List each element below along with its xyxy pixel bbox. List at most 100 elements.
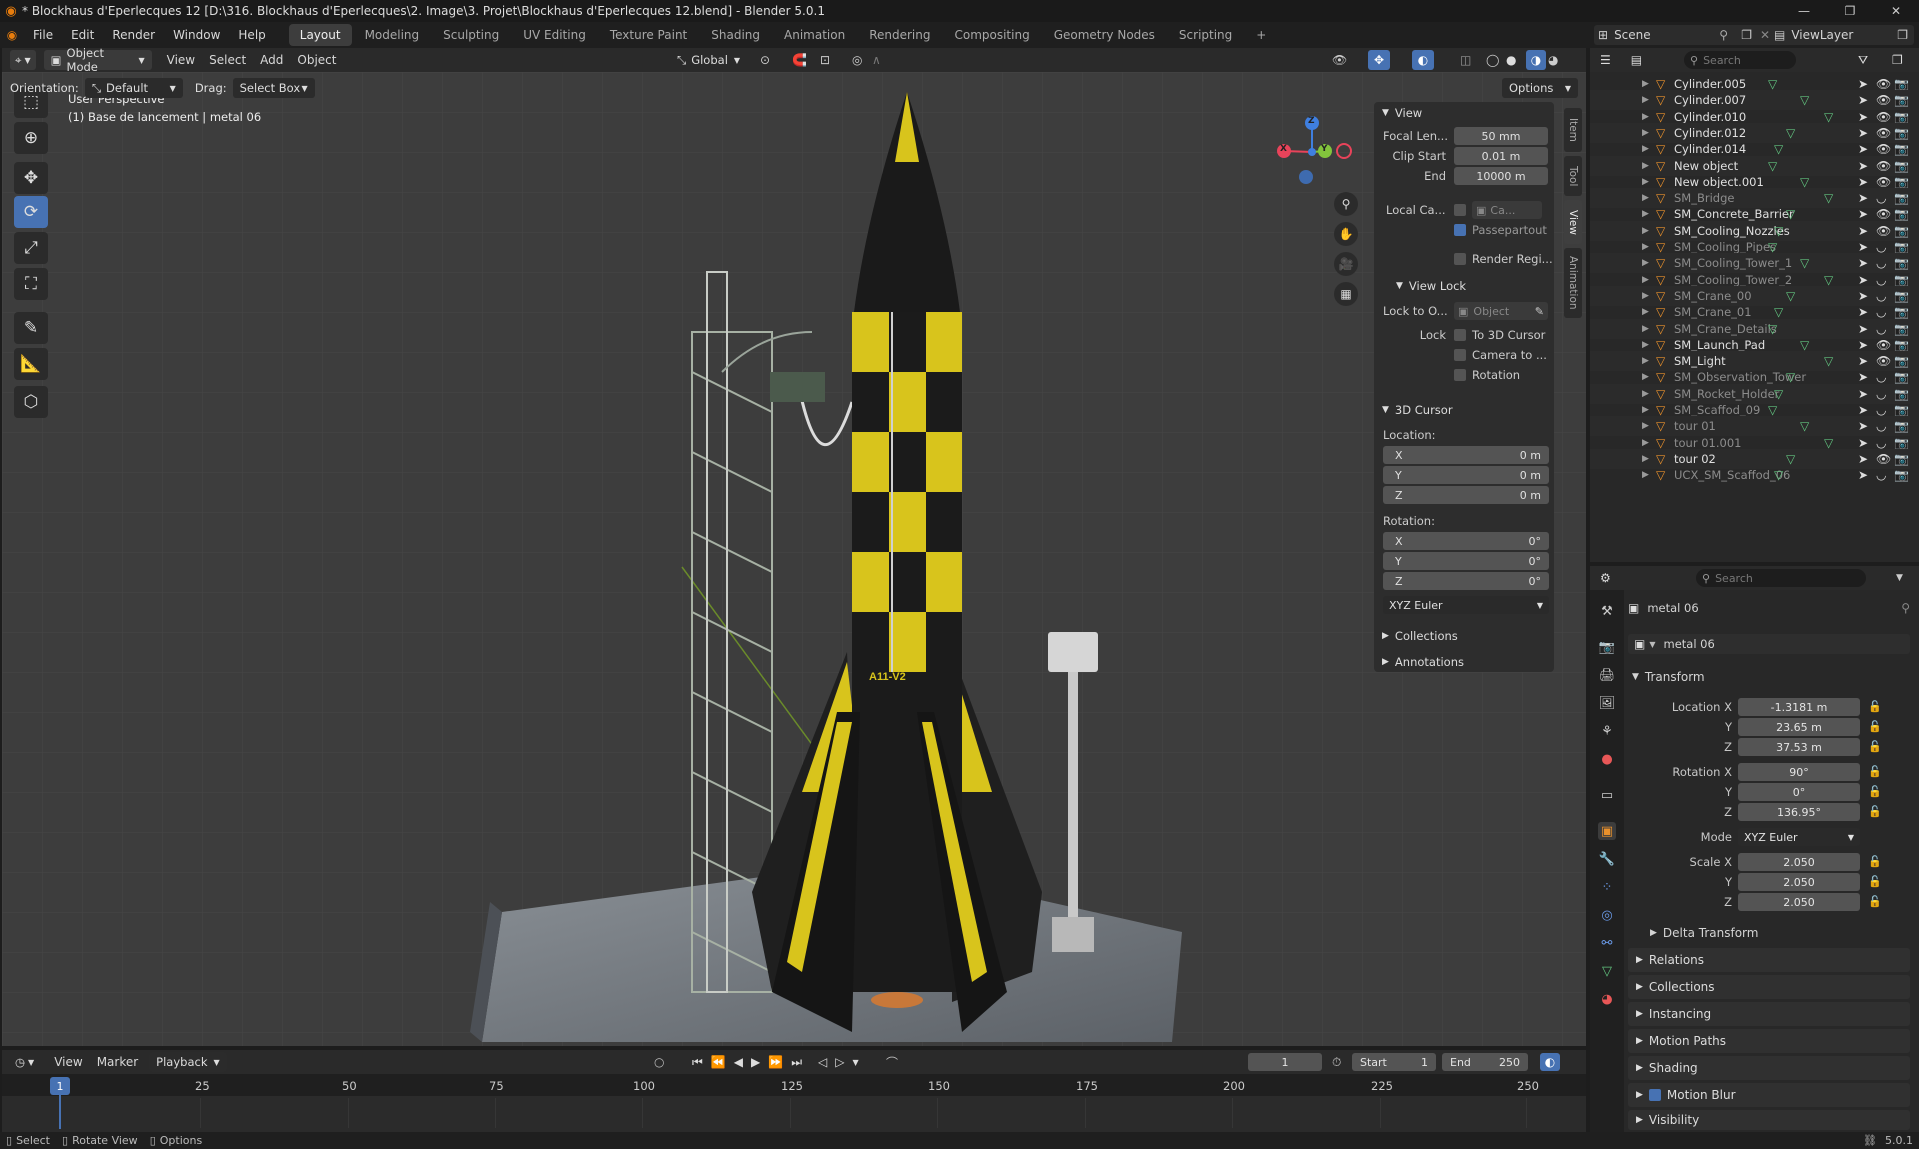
timeline-menu-view[interactable]: View bbox=[47, 1055, 89, 1069]
tab-modeling[interactable]: Modeling bbox=[354, 24, 431, 46]
scale-tool[interactable]: ⤢ bbox=[14, 232, 48, 264]
instancing-section-header[interactable]: ▶ Instancing bbox=[1628, 1002, 1910, 1026]
visibility-toggle-icon[interactable]: 👁 bbox=[1876, 338, 1891, 352]
tab-rendering[interactable]: Rendering bbox=[858, 24, 941, 46]
expand-arrow-icon[interactable]: ▶ bbox=[1642, 177, 1649, 187]
lock-to-object-field[interactable]: ▣ Object ✎ bbox=[1454, 302, 1548, 320]
render-toggle-icon[interactable]: 📷 bbox=[1894, 305, 1909, 319]
rotation-y-field[interactable]: 0° bbox=[1738, 783, 1860, 801]
render-toggle-icon[interactable]: 📷 bbox=[1894, 159, 1909, 173]
selectable-toggle-icon[interactable]: ➤ bbox=[1858, 289, 1868, 303]
location-z-field[interactable]: 37.53 m bbox=[1738, 738, 1860, 756]
visibility-toggle-icon[interactable]: ◡ bbox=[1876, 191, 1886, 205]
new-scene-icon[interactable]: ❐ bbox=[1741, 28, 1752, 42]
world-props-icon[interactable]: ● bbox=[1598, 750, 1616, 768]
visibility-toggle-icon[interactable]: ◡ bbox=[1876, 419, 1886, 433]
render-toggle-icon[interactable]: 📷 bbox=[1894, 403, 1909, 417]
end-frame-field[interactable]: End 250 bbox=[1442, 1053, 1528, 1071]
selectable-toggle-icon[interactable]: ➤ bbox=[1858, 322, 1868, 336]
data-props-icon[interactable]: ▽ bbox=[1598, 962, 1616, 980]
render-toggle-icon[interactable]: 📷 bbox=[1894, 93, 1909, 107]
render-toggle-icon[interactable]: 📷 bbox=[1894, 240, 1909, 254]
camera-to-view-checkbox[interactable] bbox=[1454, 349, 1466, 361]
view-section-header[interactable]: ▼ View bbox=[1374, 102, 1554, 124]
use-preview-range-icon[interactable]: ⏱ bbox=[1332, 1055, 1341, 1070]
visibility-toggle-icon[interactable]: ◡ bbox=[1876, 273, 1886, 287]
clip-start-field[interactable]: 0.01 m bbox=[1454, 147, 1548, 165]
mesh-data-icon[interactable]: ▽ bbox=[1768, 77, 1777, 91]
keying-icon[interactable]: ⌒ bbox=[886, 1054, 898, 1071]
proportional-edit-icon[interactable]: ◎ bbox=[852, 53, 862, 67]
mesh-data-icon[interactable]: ▽ bbox=[1774, 387, 1783, 401]
visibility-toggle-icon[interactable]: 👁 bbox=[1876, 354, 1891, 368]
camera-view-icon[interactable]: 🎥 bbox=[1334, 252, 1358, 276]
render-toggle-icon[interactable]: 📷 bbox=[1894, 142, 1909, 156]
cursor-loc-x-field[interactable]: X 0 m bbox=[1383, 446, 1549, 464]
gizmo-toggle-icon[interactable]: ✥ bbox=[1368, 50, 1390, 70]
menu-edit[interactable]: Edit bbox=[62, 22, 103, 48]
cursor-rot-x-field[interactable]: X 0° bbox=[1383, 532, 1549, 550]
tool-props-icon[interactable]: ⚒ bbox=[1598, 602, 1616, 620]
lock-icon[interactable]: 🔓 bbox=[1868, 875, 1882, 888]
lock-icon[interactable]: 🔓 bbox=[1868, 805, 1882, 818]
pan-hand-icon[interactable]: ✋ bbox=[1334, 222, 1358, 246]
selectable-toggle-icon[interactable]: ➤ bbox=[1858, 436, 1868, 450]
local-camera-field[interactable]: ▣ Ca... bbox=[1472, 201, 1542, 219]
menu-add[interactable]: Add bbox=[253, 53, 290, 67]
editor-type-button[interactable]: ⌖ ▼ bbox=[10, 50, 36, 70]
modifier-props-icon[interactable]: 🔧 bbox=[1598, 850, 1616, 868]
object-mode-dropdown[interactable]: ▣ Object Mode ▼ bbox=[43, 46, 152, 74]
render-toggle-icon[interactable]: 📷 bbox=[1894, 370, 1909, 384]
selectable-toggle-icon[interactable]: ➤ bbox=[1858, 207, 1868, 221]
playhead[interactable]: 1 bbox=[50, 1077, 70, 1095]
render-toggle-icon[interactable]: 📷 bbox=[1894, 273, 1909, 287]
render-toggle-icon[interactable]: 📷 bbox=[1894, 126, 1909, 140]
location-x-field[interactable]: -1.3181 m bbox=[1738, 698, 1860, 716]
render-toggle-icon[interactable]: 📷 bbox=[1894, 175, 1909, 189]
selectable-toggle-icon[interactable]: ➤ bbox=[1858, 403, 1868, 417]
move-tool[interactable]: ✥ bbox=[14, 162, 48, 194]
mesh-data-icon[interactable]: ▽ bbox=[1774, 224, 1783, 238]
mesh-data-icon[interactable]: ▽ bbox=[1768, 159, 1777, 173]
expand-arrow-icon[interactable]: ▶ bbox=[1642, 209, 1649, 219]
render-toggle-icon[interactable]: 📷 bbox=[1894, 224, 1909, 238]
expand-arrow-icon[interactable]: ▶ bbox=[1642, 226, 1649, 236]
collection-props-icon[interactable]: ▭ bbox=[1598, 786, 1616, 804]
cursor-loc-z-field[interactable]: Z 0 m bbox=[1383, 486, 1549, 504]
expand-arrow-icon[interactable]: ▶ bbox=[1642, 324, 1649, 334]
expand-arrow-icon[interactable]: ▶ bbox=[1642, 405, 1649, 415]
tab-item[interactable]: Item bbox=[1564, 108, 1582, 152]
mesh-data-icon[interactable]: ▽ bbox=[1800, 338, 1809, 352]
lock-icon[interactable]: 🔓 bbox=[1868, 720, 1882, 733]
jump-end-icon[interactable]: ⏭ bbox=[791, 1055, 802, 1070]
visibility-toggle-icon[interactable]: ◡ bbox=[1876, 387, 1886, 401]
transform-orientation-dropdown[interactable]: ⤡ Global ▼ bbox=[670, 50, 747, 70]
visibility-toggle-icon[interactable]: 👁 bbox=[1876, 142, 1891, 156]
selectable-toggle-icon[interactable]: ➤ bbox=[1858, 452, 1868, 466]
selectable-toggle-icon[interactable]: ➤ bbox=[1858, 224, 1868, 238]
cursor-loc-y-field[interactable]: Y 0 m bbox=[1383, 466, 1549, 484]
lock-icon[interactable]: 🔓 bbox=[1868, 855, 1882, 868]
mesh-data-icon[interactable]: ▽ bbox=[1824, 191, 1833, 205]
chevron-down-icon[interactable]: ▼ bbox=[1896, 573, 1903, 583]
mesh-data-icon[interactable]: ▽ bbox=[1800, 93, 1809, 107]
selectable-toggle-icon[interactable]: ➤ bbox=[1858, 93, 1868, 107]
menu-file[interactable]: File bbox=[24, 22, 62, 48]
render-toggle-icon[interactable]: 📷 bbox=[1894, 207, 1909, 221]
visibility-toggle-icon[interactable]: ◡ bbox=[1876, 403, 1886, 417]
snap-icon[interactable]: 🧲 bbox=[792, 53, 807, 67]
motion-blur-checkbox[interactable] bbox=[1648, 1089, 1661, 1101]
record-icon[interactable]: ○ bbox=[654, 1055, 664, 1069]
expand-arrow-icon[interactable]: ▶ bbox=[1642, 161, 1649, 171]
minimize-button[interactable]: — bbox=[1781, 4, 1827, 18]
xray-icon[interactable]: ◫ bbox=[1460, 53, 1471, 67]
next-keyframe-icon[interactable]: ⏩ bbox=[768, 1055, 783, 1069]
visibility-toggle-icon[interactable]: 👁 bbox=[1876, 224, 1891, 238]
view-layer-props-icon[interactable]: 🖼 bbox=[1598, 694, 1616, 712]
location-y-field[interactable]: 23.65 m bbox=[1738, 718, 1860, 736]
visibility-toggle-icon[interactable]: ◡ bbox=[1876, 305, 1886, 319]
visibility-toggle-icon[interactable]: 👁 bbox=[1876, 93, 1891, 107]
mesh-data-icon[interactable]: ▽ bbox=[1774, 468, 1783, 482]
mesh-data-icon[interactable]: ▽ bbox=[1768, 240, 1777, 254]
pin-icon[interactable]: ⚲ bbox=[1719, 28, 1728, 42]
